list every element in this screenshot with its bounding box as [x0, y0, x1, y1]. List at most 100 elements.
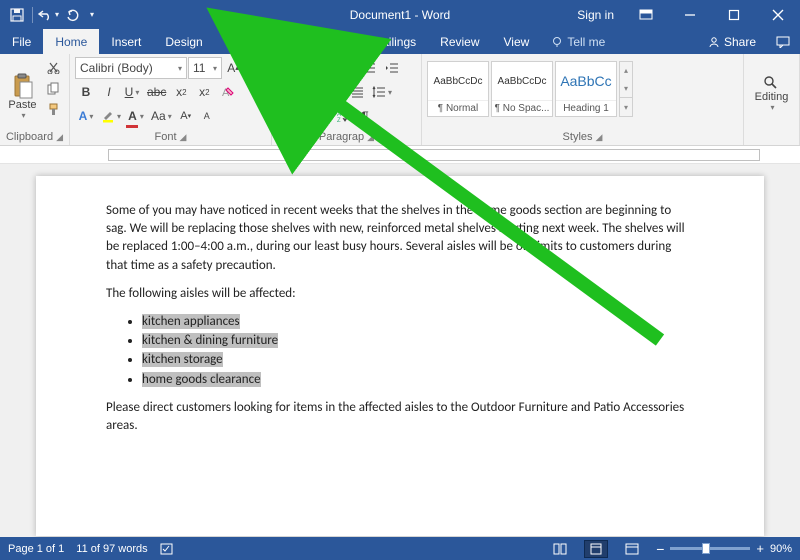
borders-button[interactable]: ▾ [304, 105, 330, 127]
italic-button[interactable]: I [98, 81, 120, 103]
read-mode-button[interactable] [548, 540, 572, 558]
lightbulb-icon [551, 36, 563, 48]
group-font: Calibri (Body)▾ 11▾ A▴ B I U▾ abc x2 x2 … [70, 54, 272, 145]
shrink-font-button[interactable]: A▾ [176, 106, 196, 126]
qat-customize-icon[interactable]: ▾ [85, 4, 99, 26]
tab-insert[interactable]: Insert [99, 29, 153, 54]
show-marks-button[interactable]: ¶ [354, 105, 376, 127]
zoom-in-button[interactable]: + [756, 541, 764, 556]
style-heading-1[interactable]: AaBbCcHeading 1 [555, 61, 617, 117]
align-right-button[interactable] [323, 81, 345, 103]
group-editing: Editing ▾ [744, 54, 800, 145]
spellcheck-icon[interactable] [160, 542, 176, 556]
tab-review[interactable]: Review [428, 29, 491, 54]
maximize-button[interactable] [712, 0, 756, 29]
grow-font-button[interactable]: A▴ [223, 58, 243, 78]
styles-gallery-scroll[interactable]: ▴▾▾ [619, 61, 633, 117]
editing-menu-button[interactable]: Editing ▾ [752, 74, 792, 113]
align-left-button[interactable] [277, 81, 299, 103]
tell-me-label: Tell me [567, 35, 605, 49]
line-spacing-icon [372, 86, 386, 98]
align-center-icon [305, 87, 318, 98]
svg-text:3: 3 [307, 70, 310, 74]
list-item: home goods clearance [142, 371, 694, 389]
subscript-button[interactable]: x2 [170, 81, 192, 103]
tab-home[interactable]: Home [43, 29, 99, 54]
underline-button[interactable]: U▾ [121, 81, 143, 103]
bold-button[interactable]: B [75, 81, 97, 103]
shading-button[interactable]: ▾ [277, 105, 303, 127]
bullet-list: kitchen appliances kitchen & dining furn… [142, 313, 694, 389]
zoom-out-button[interactable]: − [656, 541, 664, 557]
tab-file[interactable]: File [0, 29, 43, 54]
line-spacing-button[interactable]: ▾ [369, 81, 395, 103]
zoom-level[interactable]: 90% [770, 543, 792, 555]
sort-button[interactable]: AZ [331, 105, 353, 127]
web-layout-button[interactable] [620, 540, 644, 558]
highlight-button[interactable]: ▾ [98, 105, 124, 127]
paste-icon [12, 73, 34, 99]
tab-design[interactable]: Design [153, 29, 214, 54]
justify-icon [351, 87, 364, 98]
change-case-button[interactable]: Aa▾ [148, 105, 175, 127]
tab-view[interactable]: View [492, 29, 542, 54]
multilevel-icon [334, 62, 348, 74]
status-word-count[interactable]: 11 of 97 words [76, 543, 147, 555]
style-normal[interactable]: AaBbCcDc¶ Normal [427, 61, 489, 117]
zoom-slider[interactable] [670, 547, 750, 550]
copy-button[interactable] [42, 78, 64, 98]
page[interactable]: Some of you may have noticed in recent w… [36, 176, 764, 536]
ribbon-display-options-icon[interactable] [624, 0, 668, 29]
multilevel-list-button[interactable]: ▾ [331, 57, 357, 79]
ribbon: Paste ▾ Clipboard◢ Calibri (Body)▾ 11▾ A… [0, 54, 800, 146]
grow-font2-button[interactable]: A [197, 106, 217, 126]
group-paragraph: ▾ 123▾ ▾ ▾ ▾ ▾ AZ ¶ [272, 54, 422, 145]
tab-references[interactable]: References [275, 29, 360, 54]
font-color-button[interactable]: A▾ [125, 105, 147, 127]
bullets-button[interactable]: ▾ [277, 57, 303, 79]
style-no-spacing[interactable]: AaBbCcDc¶ No Spac... [491, 61, 553, 117]
clipboard-dialog-launcher-icon[interactable]: ◢ [56, 132, 63, 143]
tab-layout[interactable]: Layout [215, 29, 275, 54]
quick-access-toolbar: ▾ ▾ [0, 0, 99, 29]
numbering-button[interactable]: 123▾ [304, 57, 330, 79]
svg-text:Z: Z [337, 118, 341, 122]
status-page[interactable]: Page 1 of 1 [8, 543, 64, 555]
sign-in-link[interactable]: Sign in [567, 8, 624, 22]
print-layout-button[interactable] [584, 540, 608, 558]
clear-formatting-button[interactable]: A [216, 81, 238, 103]
font-name-combo[interactable]: Calibri (Body)▾ [75, 57, 187, 79]
save-icon[interactable] [6, 4, 28, 26]
justify-button[interactable] [346, 81, 368, 103]
numbering-icon: 123 [307, 62, 321, 74]
cut-button[interactable] [42, 57, 64, 77]
share-button[interactable]: Share [698, 29, 766, 54]
redo-icon[interactable] [61, 4, 83, 26]
horizontal-ruler[interactable] [0, 146, 800, 164]
text-effects-button[interactable]: A▾ [75, 105, 97, 127]
paste-button[interactable]: Paste ▾ [5, 57, 40, 123]
increase-indent-button[interactable] [381, 57, 403, 79]
group-label-paragraph: Paragrap [319, 131, 364, 143]
list-item: kitchen appliances [142, 313, 694, 331]
close-button[interactable] [756, 0, 800, 29]
minimize-button[interactable] [668, 0, 712, 29]
format-painter-button[interactable] [42, 99, 64, 119]
title-bar: ▾ ▾ Document1 - Word Sign in [0, 0, 800, 29]
decrease-indent-icon [362, 62, 376, 74]
align-center-button[interactable] [300, 81, 322, 103]
increase-indent-icon [385, 62, 399, 74]
comments-pane-icon[interactable] [766, 29, 800, 54]
font-dialog-launcher-icon[interactable]: ◢ [180, 132, 187, 143]
ribbon-tabs: File Home Insert Design Layout Reference… [0, 29, 800, 54]
styles-dialog-launcher-icon[interactable]: ◢ [596, 132, 603, 143]
tell-me-search[interactable]: Tell me [541, 29, 615, 54]
strikethrough-button[interactable]: abc [144, 81, 169, 103]
undo-icon[interactable]: ▾ [37, 4, 59, 26]
share-label: Share [724, 35, 756, 49]
decrease-indent-button[interactable] [358, 57, 380, 79]
tab-mailings[interactable]: Mailings [360, 29, 428, 54]
paragraph-dialog-launcher-icon[interactable]: ◢ [367, 132, 374, 143]
superscript-button[interactable]: x2 [193, 81, 215, 103]
font-size-combo[interactable]: 11▾ [188, 57, 222, 79]
